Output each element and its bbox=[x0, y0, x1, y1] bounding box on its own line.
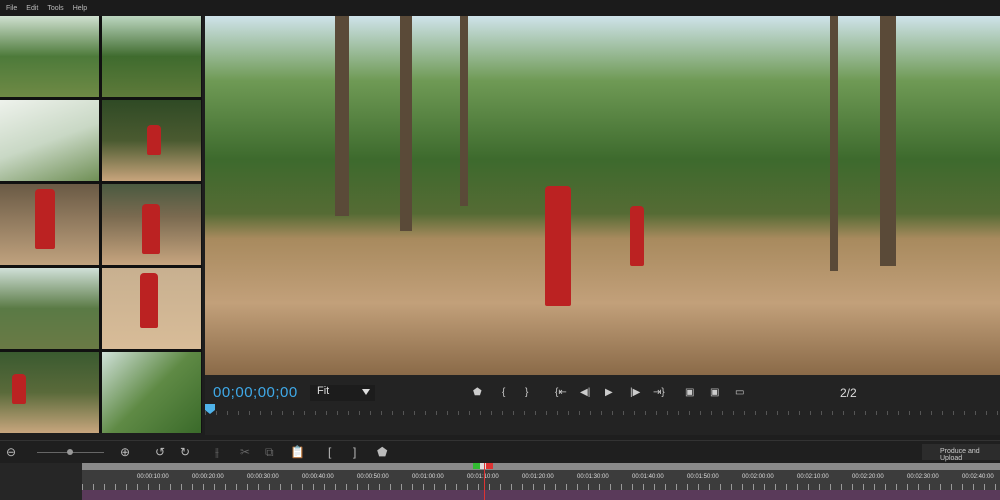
ruler-label: 00:01:40:00 bbox=[632, 474, 664, 480]
insert-icon[interactable]: ▣ bbox=[685, 387, 694, 398]
zoom-out-icon[interactable]: ⊖ bbox=[6, 445, 16, 459]
ruler-label: 00:00:10:00 bbox=[137, 474, 169, 480]
zoom-select[interactable]: Fit bbox=[310, 385, 375, 401]
ruler-bar bbox=[82, 463, 1000, 470]
clip-thumbnail[interactable] bbox=[102, 352, 201, 433]
ruler-label: 00:00:40:00 bbox=[302, 474, 334, 480]
page-indicator: 2/2 bbox=[840, 386, 857, 400]
menu-bar: File Edit Tools Help bbox=[0, 0, 1000, 16]
chevron-down-icon bbox=[362, 389, 370, 395]
timeline-cursor[interactable] bbox=[484, 463, 485, 500]
ruler-label: 00:02:00:00 bbox=[742, 474, 774, 480]
export-frame-icon[interactable]: ▭ bbox=[735, 387, 744, 398]
clip-thumbnail-grid bbox=[0, 16, 202, 433]
clip-thumbnail[interactable] bbox=[102, 100, 201, 181]
clip-thumbnail[interactable] bbox=[0, 184, 99, 265]
clip-thumbnail[interactable] bbox=[0, 16, 99, 97]
ruler-label: 00:01:00:00 bbox=[412, 474, 444, 480]
mark-out-bracket-icon[interactable]: ] bbox=[353, 445, 356, 459]
go-to-out-icon[interactable]: ⇥} bbox=[653, 387, 665, 398]
undo-icon[interactable]: ↺ bbox=[155, 445, 165, 459]
ruler-label: 00:01:10:00 bbox=[467, 474, 499, 480]
ruler-label: 00:01:20:00 bbox=[522, 474, 554, 480]
paste-icon[interactable]: 📋 bbox=[290, 445, 305, 459]
step-back-icon[interactable]: ◀| bbox=[580, 387, 590, 398]
ruler-label: 00:02:10:00 bbox=[797, 474, 829, 480]
produce-and-upload-button[interactable]: Produce and Upload bbox=[922, 444, 1000, 462]
zoom-select-value: Fit bbox=[317, 385, 330, 397]
go-to-in-icon[interactable]: {⇤ bbox=[555, 387, 567, 398]
clip-thumbnail[interactable] bbox=[102, 184, 201, 265]
marker-icon[interactable]: ⬟ bbox=[473, 387, 482, 398]
produce-label: Produce and Upload bbox=[940, 448, 980, 462]
player-controls: 00;00;00;00 Fit ⬟ { } {⇤ ◀| ▶ |▶ ⇥} ▣ ▣ … bbox=[205, 375, 1000, 435]
ruler-label: 00:02:20:00 bbox=[852, 474, 884, 480]
add-marker-icon[interactable]: ⬟ bbox=[377, 445, 387, 459]
ruler-label: 00:01:30:00 bbox=[577, 474, 609, 480]
mark-in-icon[interactable]: { bbox=[502, 387, 505, 398]
timeline-toolbar: ⊖ ⊕ ↺ ↻ ⫲ ✂ ⧉ 📋 [ ] ⬟ Produce and Upload bbox=[0, 440, 1000, 463]
mark-in-bracket-icon[interactable]: [ bbox=[328, 445, 331, 459]
timeline-playhead-marker[interactable] bbox=[473, 463, 493, 469]
ruler-label: 00:00:50:00 bbox=[357, 474, 389, 480]
scrub-bar[interactable] bbox=[205, 405, 1000, 417]
ruler-label: 00:01:50:00 bbox=[687, 474, 719, 480]
track-header bbox=[0, 463, 82, 500]
video-preview[interactable] bbox=[205, 16, 1000, 375]
overwrite-icon[interactable]: ▣ bbox=[710, 387, 719, 398]
clip-thumbnail[interactable] bbox=[102, 268, 201, 349]
menu-file[interactable]: File bbox=[6, 5, 17, 12]
video-track[interactable] bbox=[82, 490, 1000, 500]
redo-icon[interactable]: ↻ bbox=[180, 445, 190, 459]
play-icon[interactable]: ▶ bbox=[605, 387, 613, 398]
timeline-ruler[interactable]: 00:00:10:00 00:00:20:00 00:00:30:00 00:0… bbox=[82, 463, 1000, 490]
ruler-label: 00:00:30:00 bbox=[247, 474, 279, 480]
menu-tools[interactable]: Tools bbox=[47, 5, 63, 12]
cut-icon[interactable]: ✂ bbox=[240, 445, 250, 459]
zoom-slider-handle[interactable] bbox=[67, 449, 73, 455]
menu-edit[interactable]: Edit bbox=[26, 5, 38, 12]
ruler-label: 00:02:30:00 bbox=[907, 474, 939, 480]
split-icon[interactable]: ⫲ bbox=[215, 445, 219, 460]
clip-thumbnail[interactable] bbox=[0, 352, 99, 433]
timecode-display: 00;00;00;00 bbox=[213, 384, 298, 401]
menu-help[interactable]: Help bbox=[73, 5, 87, 12]
clip-thumbnail[interactable] bbox=[0, 268, 99, 349]
clip-thumbnail[interactable] bbox=[102, 16, 201, 97]
copy-icon[interactable]: ⧉ bbox=[265, 445, 274, 460]
ruler-label: 00:02:40:00 bbox=[962, 474, 994, 480]
step-forward-icon[interactable]: |▶ bbox=[630, 387, 640, 398]
ruler-label: 00:00:20:00 bbox=[192, 474, 224, 480]
mark-out-icon[interactable]: } bbox=[525, 387, 528, 398]
clip-thumbnail[interactable] bbox=[0, 100, 99, 181]
zoom-in-icon[interactable]: ⊕ bbox=[120, 445, 130, 459]
